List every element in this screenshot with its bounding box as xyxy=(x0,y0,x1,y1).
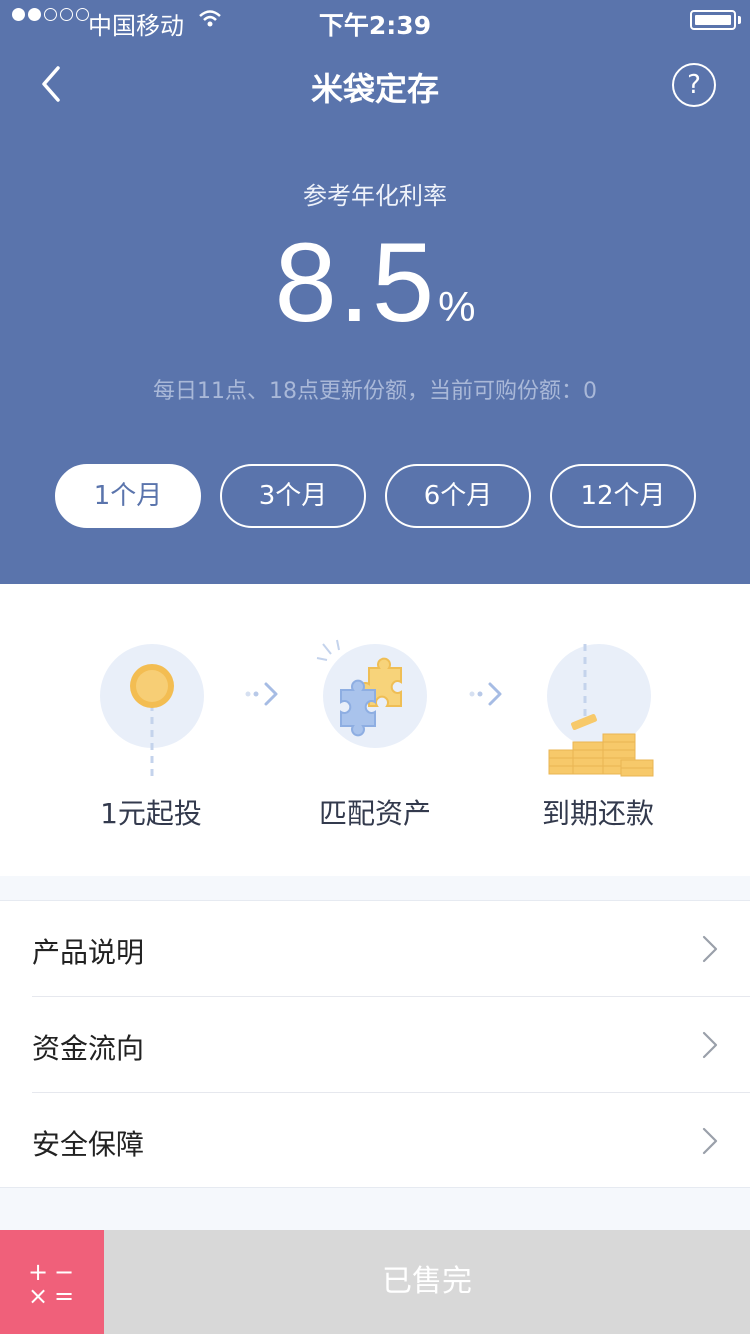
rate-note: 每日11点、18点更新份额，当前可购份额：0 xyxy=(153,379,597,404)
bottom-bar: + − × = 已售完 xyxy=(0,1230,750,1334)
help-button[interactable]: ? xyxy=(672,63,716,107)
status-bar: 中国移动 下午2:39 xyxy=(0,0,750,40)
page-title: 米袋定存 xyxy=(310,70,439,108)
rate-display: 8.5% xyxy=(0,218,750,347)
process-steps: 1元起投 匹配资产 到期还款 xyxy=(0,584,750,876)
menu-item-label: 资金流向 xyxy=(32,1032,145,1065)
term-option-12[interactable]: 12个月 xyxy=(550,464,696,528)
step-label-2: 匹配资产 xyxy=(318,797,431,830)
rate-value: 8.5 xyxy=(274,220,437,345)
menu-item-label: 安全保障 xyxy=(32,1128,145,1161)
menu-item-label: 产品说明 xyxy=(32,936,145,969)
term-selector: 1个月 3个月 6个月 12个月 xyxy=(55,464,696,528)
header: 中国移动 下午2:39 米袋定存 ? 参考年化利率 8.5% 每日11点、18点… xyxy=(0,0,750,584)
step-label-3: 到期还款 xyxy=(541,797,654,830)
coin-icon xyxy=(100,644,204,776)
term-option-1[interactable]: 1个月 xyxy=(55,464,201,528)
soldout-button[interactable]: 已售完 xyxy=(104,1230,750,1334)
battery-tip xyxy=(738,16,741,24)
arrow-right-icon xyxy=(469,682,502,706)
status-time: 下午2:39 xyxy=(318,11,432,40)
equals-icon: = xyxy=(54,1282,75,1310)
step-label-1: 1元起投 xyxy=(100,797,202,830)
arrow-right-icon xyxy=(245,682,278,706)
chevron-right-icon xyxy=(702,1127,718,1155)
chevron-right-icon xyxy=(702,935,718,963)
menu-item-security[interactable]: 安全保障 xyxy=(0,1093,750,1189)
term-option-6[interactable]: 6个月 xyxy=(385,464,531,528)
coin-stack-icon xyxy=(547,644,654,777)
menu-item-fund-flow[interactable]: 资金流向 xyxy=(0,997,750,1093)
menu-item-product-info[interactable]: 产品说明 xyxy=(0,901,750,997)
multiply-icon: × xyxy=(28,1282,49,1310)
term-option-3[interactable]: 3个月 xyxy=(220,464,366,528)
chevron-right-icon xyxy=(702,1031,718,1059)
rate-label: 参考年化利率 xyxy=(303,182,447,210)
info-menu: 产品说明 资金流向 安全保障 xyxy=(0,900,750,1188)
rate-unit: % xyxy=(438,283,476,330)
calculator-button[interactable]: + − × = xyxy=(0,1230,104,1334)
battery-icon xyxy=(690,10,736,30)
puzzle-icon xyxy=(316,639,427,748)
